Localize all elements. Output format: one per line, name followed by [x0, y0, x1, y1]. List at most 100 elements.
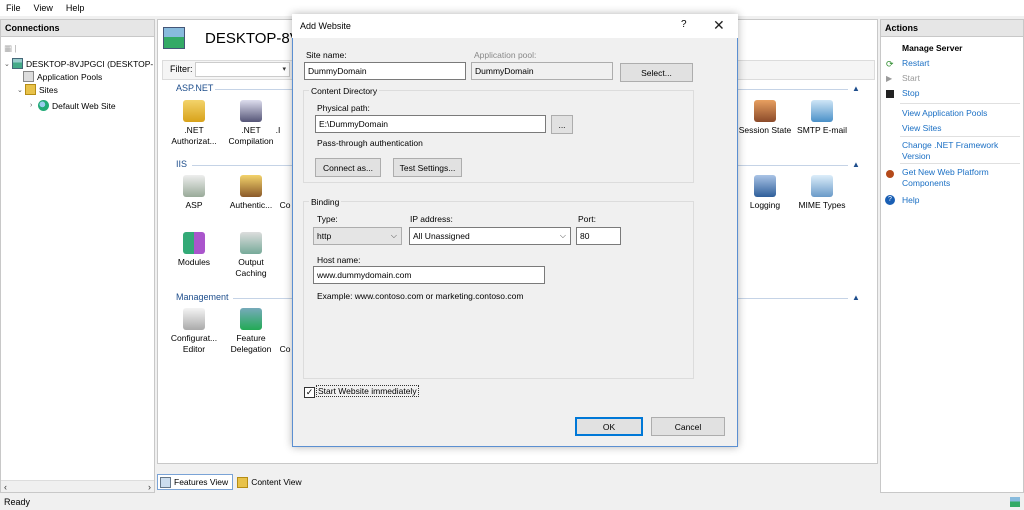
tree-item-label: DESKTOP-8VJPGCI (DESKTOP-	[26, 58, 154, 69]
ip-address-select[interactable]: All Unassigned ⌵	[409, 227, 571, 245]
host-name-input[interactable]: www.dummydomain.com	[313, 266, 545, 284]
mime-types-icon	[811, 175, 833, 197]
action-help[interactable]: Help	[902, 195, 919, 205]
action-restart[interactable]: Restart	[902, 58, 929, 68]
action-view-sites[interactable]: View Sites	[902, 123, 942, 133]
expand-icon[interactable]: ›	[30, 102, 38, 109]
chevron-down-icon: ⌵	[390, 231, 397, 240]
tree-item-app-pools[interactable]: Application Pools	[23, 70, 102, 83]
folder-icon	[25, 84, 36, 95]
feature-smtp-email[interactable]: SMTP E-mail	[791, 100, 853, 136]
feature-mime-types[interactable]: MIME Types	[791, 175, 853, 211]
feature-net-authorization[interactable]: .NET Authorizat...	[163, 100, 225, 147]
session-state-icon	[754, 100, 776, 122]
tree-item-server[interactable]: ⌄ DESKTOP-8VJPGCI (DESKTOP-	[4, 57, 153, 70]
group-divider	[215, 89, 293, 90]
start-website-label[interactable]: Start Website immediately	[316, 385, 419, 397]
ip-address-value: All Unassigned	[413, 231, 470, 241]
action-change-net-framework-version[interactable]: Version	[902, 151, 930, 161]
scroll-right-icon[interactable]: ›	[148, 482, 151, 492]
action-start[interactable]: Start	[902, 73, 920, 83]
port-input[interactable]: 80	[576, 227, 621, 245]
stop-icon	[886, 90, 894, 98]
actions-title: Actions	[881, 20, 1023, 37]
group-divider	[738, 298, 848, 299]
app-pool-label: Application pool:	[474, 50, 537, 60]
host-name-label: Host name:	[317, 255, 361, 265]
start-website-checkbox[interactable]: ✓	[304, 387, 315, 398]
group-management[interactable]: Management	[176, 292, 229, 302]
ok-button[interactable]: OK	[575, 417, 643, 436]
group-asp-net[interactable]: ASP.NET	[176, 83, 213, 93]
host-name-example: Example: www.contoso.com or marketing.co…	[317, 291, 524, 301]
dialog-title: Add Website	[300, 21, 351, 31]
menu-file[interactable]: File	[6, 3, 21, 13]
action-stop[interactable]: Stop	[902, 88, 920, 98]
smtp-email-icon	[811, 100, 833, 122]
tab-features-view[interactable]: Features View	[157, 474, 234, 490]
action-get-new-web-platform[interactable]: Get New Web Platform	[902, 167, 989, 177]
pass-through-label: Pass-through authentication	[317, 138, 423, 148]
feature-logging[interactable]: Logging	[734, 175, 796, 211]
tree-item-label: Application Pools	[37, 71, 103, 82]
tree-item-sites[interactable]: ⌄ Sites	[17, 83, 58, 96]
scroll-left-icon[interactable]: ‹	[4, 482, 7, 492]
menu-help[interactable]: Help	[66, 3, 85, 13]
collapse-group-icon[interactable]: ▲	[852, 84, 860, 93]
feature-label: Feature Delegation	[230, 333, 272, 354]
filter-input[interactable]: ▾	[195, 62, 290, 77]
feature-partial[interactable]: .I	[268, 125, 288, 136]
content-view-icon	[237, 476, 249, 488]
action-change-net-framework[interactable]: Change .NET Framework	[902, 140, 998, 150]
app-pool-field: DummyDomain	[471, 62, 613, 80]
feature-label: ASP	[185, 200, 203, 210]
menu-view[interactable]: View	[34, 3, 53, 13]
feature-authentication[interactable]: Authentic...	[220, 175, 282, 211]
group-iis[interactable]: IIS	[176, 159, 187, 169]
server-icon	[163, 27, 185, 49]
physical-path-label: Physical path:	[317, 103, 370, 113]
help-icon: ?	[885, 195, 895, 205]
feature-session-state[interactable]: Session State	[734, 100, 796, 136]
tab-content-view[interactable]: Content View	[235, 474, 305, 490]
browse-path-button[interactable]: ...	[551, 115, 573, 134]
section-manage-server: Manage Server	[902, 43, 963, 53]
status-bar: Ready	[0, 495, 1024, 510]
collapse-icon[interactable]: ⌄	[17, 86, 25, 94]
test-settings-button[interactable]: Test Settings...	[393, 158, 462, 177]
physical-path-input[interactable]: E:\DummyDomain	[315, 115, 546, 133]
action-view-application-pools[interactable]: View Application Pools	[902, 108, 987, 118]
feature-label: Output Caching	[235, 257, 267, 278]
type-select[interactable]: http ⌵	[313, 227, 402, 245]
dialog-help-button[interactable]: ?	[681, 19, 687, 30]
feature-net-compilation[interactable]: .NET Compilation	[220, 100, 282, 147]
net-authorization-icon	[183, 100, 205, 122]
feature-output-caching[interactable]: Output Caching	[220, 232, 282, 279]
globe-icon	[38, 100, 49, 111]
collapse-group-icon[interactable]: ▲	[852, 293, 860, 302]
feature-label: Authentic...	[229, 200, 273, 210]
app-pool-icon	[23, 71, 34, 82]
feature-configuration-editor[interactable]: Configurat... Editor	[163, 308, 225, 355]
cancel-button[interactable]: Cancel	[651, 417, 725, 436]
horizontal-scrollbar[interactable]: ‹ ›	[1, 480, 154, 492]
feature-modules[interactable]: Modules	[163, 232, 225, 268]
feature-delegation[interactable]: Feature Delegation	[220, 308, 282, 355]
divider	[900, 136, 1020, 137]
tree-item-default-web-site[interactable]: › Default Web Site	[30, 99, 116, 112]
site-name-label: Site name:	[306, 50, 347, 60]
site-name-input[interactable]: DummyDomain	[304, 62, 466, 80]
action-get-new-web-platform-components[interactable]: Components	[902, 178, 950, 188]
tab-label: Content View	[251, 477, 302, 487]
feature-label: .NET Authorizat...	[171, 125, 217, 146]
start-icon: ▶	[886, 74, 893, 83]
tab-label: Features View	[174, 477, 229, 487]
feature-label: Logging	[749, 200, 781, 210]
feature-asp[interactable]: ASP	[163, 175, 225, 211]
select-app-pool-button[interactable]: Select...	[620, 63, 693, 82]
tree-item-label: Sites	[39, 84, 58, 95]
collapse-icon[interactable]: ⌄	[4, 60, 12, 68]
dialog-close-button[interactable]: ✕	[713, 17, 725, 34]
connect-as-button[interactable]: Connect as...	[315, 158, 381, 177]
collapse-group-icon[interactable]: ▲	[852, 160, 860, 169]
